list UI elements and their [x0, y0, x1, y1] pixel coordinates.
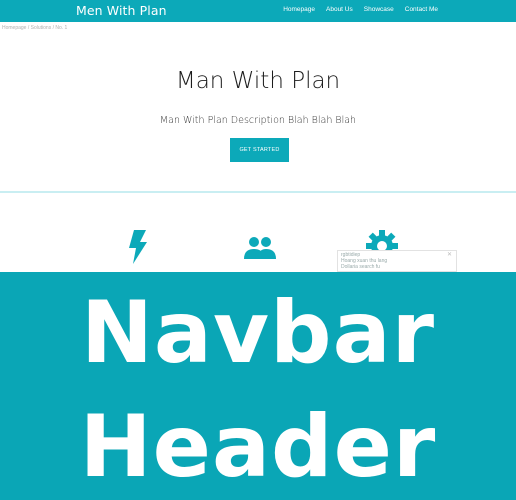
get-started-button[interactable]: GET STARTED	[230, 138, 289, 162]
nav-link-about-us[interactable]: About Us	[326, 6, 353, 13]
nav-link-homepage[interactable]: Homepage	[283, 6, 315, 13]
top-navbar: Men With Plan Homepage About Us Showcase…	[0, 0, 516, 22]
overlay-line-2: Header	[79, 397, 437, 497]
hero-description: Man With Plan Description Blah Blah Blah	[159, 115, 357, 126]
hero-title: Man With Plan	[175, 68, 341, 94]
navbar-brand[interactable]: Men With Plan	[76, 3, 167, 18]
overlay-line-1: Navbar	[80, 283, 436, 383]
nav-link-contact-me[interactable]: Contact Me	[405, 6, 438, 13]
floating-popup[interactable]: rgbtidiep Hoang xuan thu lang Dollaria s…	[337, 250, 457, 272]
close-icon[interactable]: ✕	[447, 252, 452, 258]
bolt-icon	[129, 230, 147, 264]
nav-links: Homepage About Us Showcase Contact Me	[283, 6, 438, 13]
section-divider	[0, 191, 516, 193]
title-overlay-banner: Navbar Header	[0, 272, 516, 500]
popup-line-2: Dollaria search fu	[341, 264, 380, 270]
nav-link-showcase[interactable]: Showcase	[364, 6, 394, 13]
hero-section: Man With Plan Man With Plan Description …	[0, 26, 516, 192]
users-icon	[244, 237, 276, 259]
